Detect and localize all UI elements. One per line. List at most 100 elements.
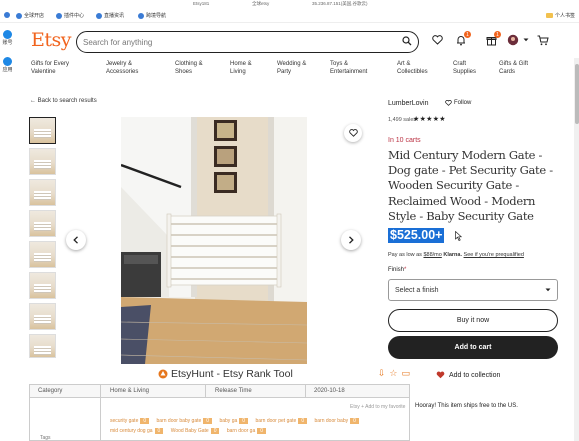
etsyhunt-logo-icon — [158, 369, 168, 379]
finish-select[interactable]: Select a finish — [388, 279, 558, 301]
tag-chip[interactable]: baby ga 0 — [219, 418, 249, 424]
add-to-favorite-link[interactable]: Etsy + Add to my favorite — [350, 404, 405, 410]
prequalify-link[interactable]: See if you're prequalified — [464, 252, 524, 258]
etsy-logo[interactable]: Etsy — [31, 29, 72, 51]
thumbnail[interactable] — [29, 241, 56, 268]
bookmarks-bar: 全球开店 插件中心 直播资讯 跨境导航 个人书签 — [0, 9, 579, 23]
buy-it-now-button[interactable]: Buy it now — [388, 309, 558, 332]
tag-chip[interactable]: barn door ga 0 — [227, 428, 267, 434]
tag-chip[interactable]: Wood Baby Gate 0 — [171, 428, 220, 434]
mouse-cursor — [455, 228, 463, 246]
ip-info: 35.236.87.151(美国,谷歌云) — [312, 1, 368, 6]
table-row: Category Home & Living Release Time 2020… — [30, 385, 409, 398]
account-icon — [3, 30, 12, 39]
tag-chip[interactable]: barn door baby 0 — [314, 418, 359, 424]
product-image — [121, 117, 307, 364]
tag-chip[interactable]: mid century dog ga 0 — [110, 428, 164, 434]
folder-icon — [545, 13, 553, 18]
globe-icon — [56, 12, 62, 19]
bookmark-item[interactable]: 跨境导航 — [138, 12, 166, 19]
thumbnail[interactable] — [29, 334, 56, 358]
avatar[interactable] — [506, 33, 520, 47]
etsyhunt-toolbar: ⇩ ☆ ▭ — [378, 368, 410, 379]
bookmark-folder[interactable]: 个人书签 — [545, 12, 575, 19]
bookmark-item[interactable] — [4, 12, 10, 18]
price: $525.00+ — [388, 228, 445, 243]
chevron-down-icon[interactable] — [519, 33, 533, 47]
cart-icon[interactable] — [536, 33, 550, 47]
apps-icon — [3, 57, 12, 66]
globe-icon — [96, 12, 102, 19]
heart-icon — [436, 371, 445, 379]
tag-chip[interactable]: security gate 0 — [110, 418, 150, 424]
klarna-notice: Pay as low as $88/mo Klarna. See if you'… — [388, 252, 524, 258]
add-to-cart-button[interactable]: Add to cart — [388, 336, 558, 359]
star-icon[interactable]: ☆ — [389, 368, 397, 379]
category-link[interactable]: Craft Supplies — [453, 61, 485, 76]
search-icon[interactable] — [402, 33, 412, 51]
globe-icon — [4, 12, 10, 18]
back-to-search-link[interactable]: ← Back to search results — [30, 98, 97, 104]
thumbnail[interactable] — [29, 148, 56, 175]
thumbnail[interactable] — [29, 303, 56, 330]
etsyhunt-table: Category Home & Living Release Time 2020… — [29, 384, 410, 441]
header-icons: 1 1 — [430, 31, 555, 49]
in-carts-notice: In 10 carts — [388, 137, 421, 144]
next-image-button[interactable] — [341, 230, 361, 250]
tab-title: Etsy181 — [193, 1, 210, 6]
add-to-collection-button[interactable]: Add to collection — [436, 371, 500, 379]
globe-icon — [138, 12, 144, 19]
klarna-amount[interactable]: $88/mo — [423, 252, 441, 258]
category-link[interactable]: Home & Living — [230, 61, 266, 76]
category-nav: Gifts for Every Valentine Jewelry & Acce… — [31, 61, 571, 79]
tag-chip[interactable]: barn door baby gate 0 — [157, 418, 213, 424]
gift-icon[interactable]: 1 — [484, 31, 501, 47]
previous-image-button[interactable] — [66, 230, 86, 250]
chevron-right-icon — [349, 236, 354, 244]
star-rating[interactable]: ★★★★★ — [413, 115, 446, 123]
collapse-icon[interactable]: ▭ — [401, 368, 410, 379]
rail-item-apps[interactable]: 应用 — [0, 57, 15, 73]
required-mark: * — [404, 267, 407, 273]
tag-chip[interactable]: barn door pet gate 0 — [255, 418, 308, 424]
shop-name-link[interactable]: LumberLovin — [388, 100, 428, 107]
category-value: Home & Living — [110, 388, 150, 394]
search-bar[interactable] — [76, 31, 419, 53]
thumbnail[interactable] — [29, 210, 56, 237]
follow-shop-button[interactable]: Follow — [445, 100, 471, 106]
category-link[interactable]: Gifts for Every Valentine — [31, 61, 83, 76]
search-input[interactable] — [83, 37, 402, 47]
category-link[interactable]: Clothing & Shoes — [175, 61, 215, 76]
globe-icon — [16, 12, 22, 19]
tags-label: Tags — [40, 435, 51, 441]
gift-badge: 1 — [494, 31, 501, 38]
category-link[interactable]: Jewelry & Accessories — [106, 61, 158, 76]
thumbnail[interactable] — [29, 272, 56, 299]
browser-title-strip: Etsy181 全球etsy 35.236.87.151(美国,谷歌云) — [0, 0, 579, 8]
thumbnail[interactable] — [29, 179, 56, 206]
arrow-left-icon: ← — [30, 98, 36, 104]
category-link[interactable]: Gifts & Gift Cards — [499, 61, 543, 76]
tab-title: 全球etsy — [252, 1, 270, 6]
release-time-value: 2020-10-18 — [314, 388, 345, 394]
bookmark-item[interactable]: 插件中心 — [56, 12, 84, 19]
etsyhunt-title: EtsyHunt - Etsy Rank Tool — [158, 368, 293, 380]
scrollbar-thumb[interactable] — [575, 64, 579, 124]
thumbnail[interactable] — [29, 117, 56, 144]
bell-icon[interactable]: 1 — [454, 31, 471, 47]
bookmark-item[interactable]: 直播资讯 — [96, 12, 124, 19]
favorite-button[interactable] — [344, 124, 362, 142]
chevron-left-icon — [73, 236, 78, 244]
category-label: Category — [38, 388, 63, 394]
chevron-down-icon — [545, 288, 551, 292]
rail-item-account[interactable]: 账号 — [0, 30, 15, 46]
category-link[interactable]: Wedding & Party — [277, 61, 317, 76]
category-link[interactable]: Art & Collectibles — [397, 61, 437, 76]
download-icon[interactable]: ⇩ — [378, 368, 386, 379]
tag-list: security gate 0 barn door baby gate 0 baby… — [110, 418, 410, 438]
favorites-icon[interactable] — [430, 33, 444, 47]
thumbnail-strip — [29, 117, 57, 362]
category-link[interactable]: Toys & Entertainment — [330, 61, 380, 76]
sales-count: 1,499 sales — [388, 117, 417, 123]
bookmark-item[interactable]: 全球开店 — [16, 12, 44, 19]
